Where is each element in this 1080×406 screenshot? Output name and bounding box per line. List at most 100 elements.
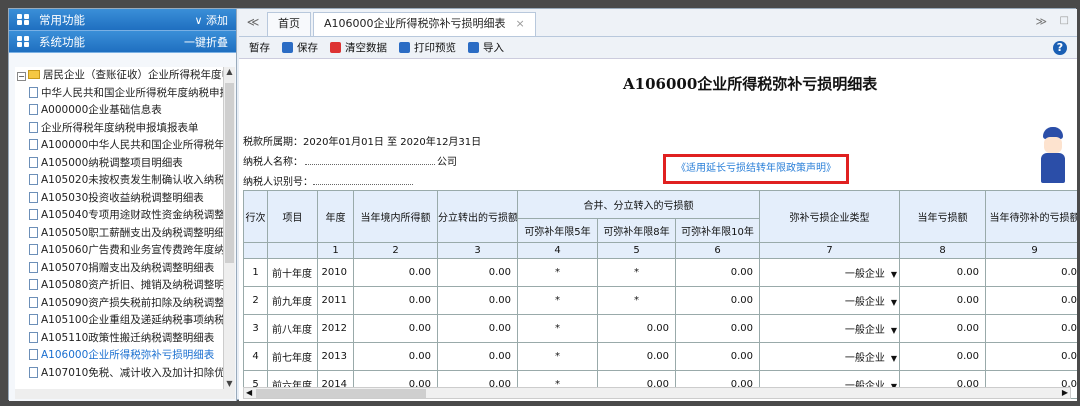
scroll-thumb[interactable] — [225, 83, 234, 263]
document-icon — [29, 104, 38, 115]
tree-item[interactable]: A105090资产损失税前扣除及纳税调整明 — [15, 295, 229, 313]
cell-rem[interactable]: 0.0 — [985, 258, 1077, 287]
toolbar: 暂存 保存 清空数据 打印预览 导入 — [239, 37, 1077, 59]
save-button[interactable]: 保存 — [282, 40, 318, 55]
tree-item[interactable]: A100000中华人民共和国企业所得税年度 — [15, 137, 229, 155]
company-type-select[interactable]: 一般企业▼ — [761, 265, 899, 280]
document-icon — [29, 209, 38, 220]
tree-item[interactable]: 企业所得税年度纳税申报填报表单 — [15, 120, 229, 138]
cell-c10[interactable]: 0.00 — [675, 286, 760, 315]
main-panel: ≪ 首页 A106000企业所得税弥补亏损明细表 × ≫ □ 暂存 保存 清空数据… — [239, 9, 1077, 401]
cell-item: 前九年度 — [267, 286, 318, 315]
cell-c10[interactable]: 0.00 — [675, 258, 760, 287]
cell-loss[interactable]: 0.00 — [899, 314, 986, 343]
scroll-right-icon[interactable]: ▶ — [1062, 388, 1068, 397]
clear-button[interactable]: 清空数据 — [330, 40, 387, 55]
cell-c5[interactable]: * — [517, 258, 598, 287]
tree-item[interactable]: A105060广告费和业务宣传费跨年度纳税 — [15, 242, 229, 260]
cell-c8[interactable]: 0.00 — [597, 314, 676, 343]
company-type-select[interactable]: 一般企业▼ — [761, 293, 899, 308]
tree-item[interactable]: A105000纳税调整项目明细表 — [15, 155, 229, 173]
scroll-left-icon[interactable]: ◀ — [246, 388, 252, 397]
tab-scroll-right-icon[interactable]: ≫ — [1035, 15, 1047, 28]
tree-item[interactable]: A105070捐赠支出及纳税调整明细表 — [15, 260, 229, 278]
cell-transfer[interactable]: 0.00 — [437, 342, 518, 371]
tree-item[interactable]: 中华人民共和国企业所得税年度纳税申报 — [15, 85, 229, 103]
collapse-icon[interactable]: − — [17, 72, 26, 81]
cell-loss[interactable]: 0.00 — [899, 258, 986, 287]
maximize-icon[interactable]: □ — [1060, 15, 1069, 26]
tree-item[interactable]: A105080资产折旧、摊销及纳税调整明细 — [15, 277, 229, 295]
cell-type[interactable]: 一般企业▼ — [759, 286, 900, 315]
tab-a106000[interactable]: A106000企业所得税弥补亏损明细表 × — [313, 12, 536, 36]
tab-scroll-left-icon[interactable]: ≪ — [239, 8, 267, 36]
cell-type[interactable]: 一般企业▼ — [759, 258, 900, 287]
chevron-down-icon[interactable]: ▼ — [891, 298, 897, 307]
policy-statement-link[interactable]: 《适用延长亏损结转年限政策声明》 — [663, 154, 849, 184]
tree-item[interactable]: A106000企业所得税弥补亏损明细表 — [15, 347, 229, 365]
cell-no: 3 — [243, 314, 268, 343]
col-number: 4 — [517, 242, 598, 259]
tree-scrollbar[interactable]: ▲ ▼ — [223, 67, 235, 393]
cell-loss[interactable]: 0.00 — [899, 342, 986, 371]
company-type-select[interactable]: 一般企业▼ — [761, 349, 899, 364]
table-hscrollbar[interactable]: ◀ ▶ — [243, 387, 1071, 399]
cell-loss[interactable]: 0.00 — [899, 286, 986, 315]
cell-c8[interactable]: 0.00 — [597, 342, 676, 371]
help-icon[interactable]: ? — [1053, 41, 1067, 55]
cell-rem[interactable]: 0.0 — [985, 342, 1077, 371]
taxpayer-name: 纳税人名称： 公司 — [243, 157, 457, 168]
cell-income[interactable]: 0.00 — [353, 286, 438, 315]
cell-type[interactable]: 一般企业▼ — [759, 342, 900, 371]
tree-item[interactable]: A105040专项用途财政性资金纳税调整明 — [15, 207, 229, 225]
cell-c8[interactable]: * — [597, 286, 676, 315]
cell-transfer[interactable]: 0.00 — [437, 314, 518, 343]
company-type-select[interactable]: 一般企业▼ — [761, 321, 899, 336]
tree-hscrollbar[interactable] — [15, 389, 235, 399]
col-number: 6 — [675, 242, 760, 259]
import-button[interactable]: 导入 — [468, 40, 504, 55]
cell-rem[interactable]: 0.0 — [985, 286, 1077, 315]
tree-item[interactable]: A107010免税、减计收入及加计扣除优惠 — [15, 365, 229, 383]
sidebar-header-system[interactable]: 系统功能 一键折叠 — [9, 31, 236, 53]
tree-item[interactable]: A105020未按权责发生制确认收入纳税调 — [15, 172, 229, 190]
cell-c8[interactable]: * — [597, 258, 676, 287]
print-preview-button[interactable]: 打印预览 — [399, 40, 456, 55]
tree-item[interactable]: A105100企业重组及递延纳税事项纳税调 — [15, 312, 229, 330]
scroll-thumb[interactable] — [256, 389, 426, 398]
col-type: 弥补亏损企业类型 — [759, 190, 900, 243]
chevron-down-icon[interactable]: ▼ — [891, 270, 897, 279]
assistant-avatar[interactable] — [1035, 127, 1071, 187]
scroll-up-icon[interactable]: ▲ — [224, 67, 235, 81]
collapse-all-button[interactable]: 一键折叠 — [184, 34, 228, 50]
cell-item: 前十年度 — [267, 258, 318, 287]
tree-item[interactable]: A000000企业基础信息表 — [15, 102, 229, 120]
cell-c5[interactable]: * — [517, 314, 598, 343]
cell-c5[interactable]: * — [517, 342, 598, 371]
tree-item[interactable]: A105110政策性搬迁纳税调整明细表 — [15, 330, 229, 348]
tab-home[interactable]: 首页 — [267, 12, 311, 36]
cell-transfer[interactable]: 0.00 — [437, 258, 518, 287]
cell-c5[interactable]: * — [517, 286, 598, 315]
cell-rem[interactable]: 0.0 — [985, 314, 1077, 343]
close-icon[interactable]: × — [516, 17, 525, 30]
col-transfer: 分立转出的亏损额 — [437, 190, 518, 243]
cell-type[interactable]: 一般企业▼ — [759, 314, 900, 343]
sidebar-header-common[interactable]: 常用功能 ∨ 添加 — [9, 9, 236, 31]
cell-item: 前七年度 — [267, 342, 318, 371]
document-icon — [29, 244, 38, 255]
tree-item[interactable]: A105050职工薪酬支出及纳税调整明细表 — [15, 225, 229, 243]
clear-icon — [330, 42, 341, 53]
tree-item[interactable]: A105030投资收益纳税调整明细表 — [15, 190, 229, 208]
cell-income[interactable]: 0.00 — [353, 314, 438, 343]
stage-button[interactable]: 暂存 — [249, 40, 270, 55]
add-button[interactable]: ∨ 添加 — [194, 12, 228, 28]
cell-c10[interactable]: 0.00 — [675, 342, 760, 371]
tree-root[interactable]: − 居民企业（查账征收）企业所得税年度申 — [15, 67, 229, 85]
chevron-down-icon[interactable]: ▼ — [891, 354, 897, 363]
cell-income[interactable]: 0.00 — [353, 258, 438, 287]
cell-c10[interactable]: 0.00 — [675, 314, 760, 343]
chevron-down-icon[interactable]: ▼ — [891, 326, 897, 335]
cell-income[interactable]: 0.00 — [353, 342, 438, 371]
cell-transfer[interactable]: 0.00 — [437, 286, 518, 315]
